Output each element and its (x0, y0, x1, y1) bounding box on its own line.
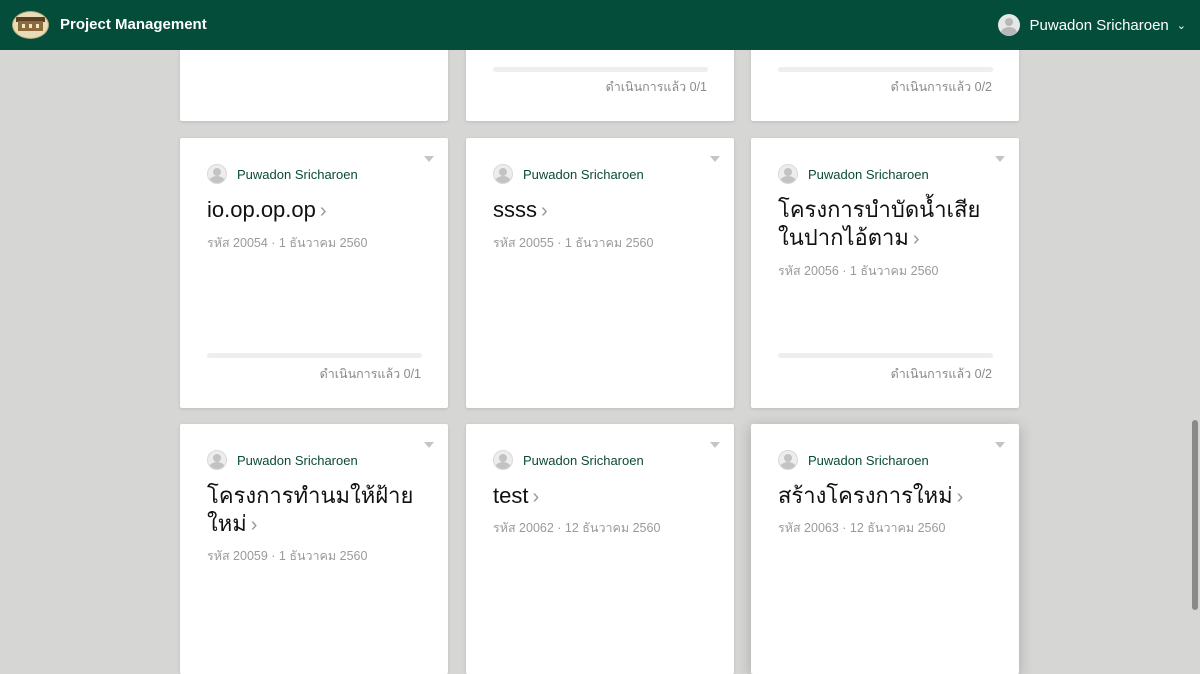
owner-name: Puwadon Sricharoen (237, 166, 358, 182)
project-owner: Puwadon Sricharoen (493, 450, 644, 470)
project-meta: รหัส 20056 · 1 ธันวาคม 2560 (778, 264, 939, 278)
project-title: สร้างโครงการใหม่ (778, 483, 953, 508)
user-avatar-icon (493, 164, 513, 184)
chevron-right-icon: › (541, 200, 548, 222)
caret-down-icon[interactable] (710, 442, 720, 448)
chevron-right-icon: › (532, 486, 540, 508)
app-title[interactable]: Project Management (60, 16, 207, 34)
project-title: test (493, 483, 529, 508)
chevron-right-icon: › (912, 228, 920, 250)
project-title: โครงการทำนมให้ฝ้ายใหม่ (207, 483, 414, 536)
page-scrollbar[interactable] (1190, 50, 1200, 662)
caret-down-icon[interactable] (424, 156, 434, 162)
user-avatar-icon (493, 450, 513, 470)
project-title-link[interactable]: สร้างโครงการใหม่ › (778, 482, 1003, 511)
project-owner: Puwadon Sricharoen (207, 164, 358, 184)
user-menu[interactable]: Puwadon Sricharoen ⌄ (997, 13, 1186, 37)
project-card[interactable]: ดำเนินการแล้ว 0/2 (751, 40, 1019, 121)
owner-name: Puwadon Sricharoen (523, 452, 644, 468)
project-card[interactable] (180, 40, 448, 121)
owner-name: Puwadon Sricharoen (808, 452, 929, 468)
project-card[interactable]: Puwadon Sricharoen io.op.op.op › รหัส 200… (180, 138, 448, 408)
scrollbar-thumb[interactable] (1192, 420, 1198, 610)
project-title: io.op.op.op (207, 197, 316, 222)
project-title-link[interactable]: โครงการทำนมให้ฝ้ายใหม่ › (207, 482, 432, 539)
owner-name: Puwadon Sricharoen (237, 452, 358, 468)
project-owner: Puwadon Sricharoen (493, 164, 644, 184)
user-avatar-icon (778, 164, 798, 184)
project-owner: Puwadon Sricharoen (207, 450, 358, 470)
project-title-link[interactable]: test › (493, 482, 718, 511)
progress-bar (778, 353, 993, 358)
owner-name: Puwadon Sricharoen (808, 166, 929, 182)
owner-name: Puwadon Sricharoen (523, 166, 644, 182)
progress-label: ดำเนินการแล้ว 0/2 (890, 367, 992, 381)
project-card[interactable]: ดำเนินการแล้ว 0/1 (466, 40, 734, 121)
user-avatar-icon (207, 164, 227, 184)
project-meta: รหัส 20062 · 12 ธันวาคม 2560 (493, 521, 661, 535)
progress-bar (493, 67, 708, 72)
project-card[interactable]: Puwadon Sricharoen สร้างโครงการใหม่ › รหั… (751, 424, 1019, 674)
project-meta: รหัส 20055 · 1 ธันวาคม 2560 (493, 236, 654, 250)
project-card[interactable]: Puwadon Sricharoen ssss › รหัส 20055 · 1 … (466, 138, 734, 408)
progress-bar (207, 353, 422, 358)
project-card[interactable]: Puwadon Sricharoen test › รหัส 20062 · 12… (466, 424, 734, 674)
progress-label: ดำเนินการแล้ว 0/1 (605, 80, 707, 94)
caret-down-icon[interactable] (995, 442, 1005, 448)
project-title-link[interactable]: โครงการบำบัดน้ำเสียในปากไอ้ตาม › (778, 196, 1003, 253)
chevron-right-icon: › (956, 486, 964, 508)
project-meta: รหัส 20059 · 1 ธันวาคม 2560 (207, 549, 368, 563)
progress-label: ดำเนินการแล้ว 0/2 (890, 80, 992, 94)
progress-label: ดำเนินการแล้ว 0/1 (319, 367, 421, 381)
project-card[interactable]: Puwadon Sricharoen โครงการทำนมให้ฝ้ายใหม… (180, 424, 448, 674)
caret-down-icon[interactable] (710, 156, 720, 162)
top-navbar: Project Management Puwadon Sricharoen ⌄ (0, 0, 1200, 50)
project-card[interactable]: Puwadon Sricharoen โครงการบำบัดน้ำเสียใน… (751, 138, 1019, 408)
user-avatar-icon (207, 450, 227, 470)
project-meta: รหัส 20063 · 12 ธันวาคม 2560 (778, 521, 946, 535)
chevron-down-icon: ⌄ (1176, 19, 1186, 32)
caret-down-icon[interactable] (995, 156, 1005, 162)
project-title: ssss (493, 197, 537, 222)
project-owner: Puwadon Sricharoen (778, 164, 929, 184)
chevron-right-icon: › (250, 514, 258, 536)
user-avatar-icon (778, 450, 798, 470)
university-logo-icon[interactable] (12, 11, 49, 39)
project-owner: Puwadon Sricharoen (778, 450, 929, 470)
progress-bar (778, 67, 993, 72)
user-name: Puwadon Sricharoen (1029, 16, 1169, 34)
caret-down-icon[interactable] (424, 442, 434, 448)
chevron-right-icon: › (319, 200, 327, 222)
project-title-link[interactable]: io.op.op.op › (207, 196, 432, 225)
project-title-link[interactable]: ssss › (493, 196, 718, 225)
user-avatar-icon (997, 14, 1020, 36)
project-title: โครงการบำบัดน้ำเสียในปากไอ้ตาม (778, 197, 981, 250)
project-meta: รหัส 20054 · 1 ธันวาคม 2560 (207, 236, 368, 250)
